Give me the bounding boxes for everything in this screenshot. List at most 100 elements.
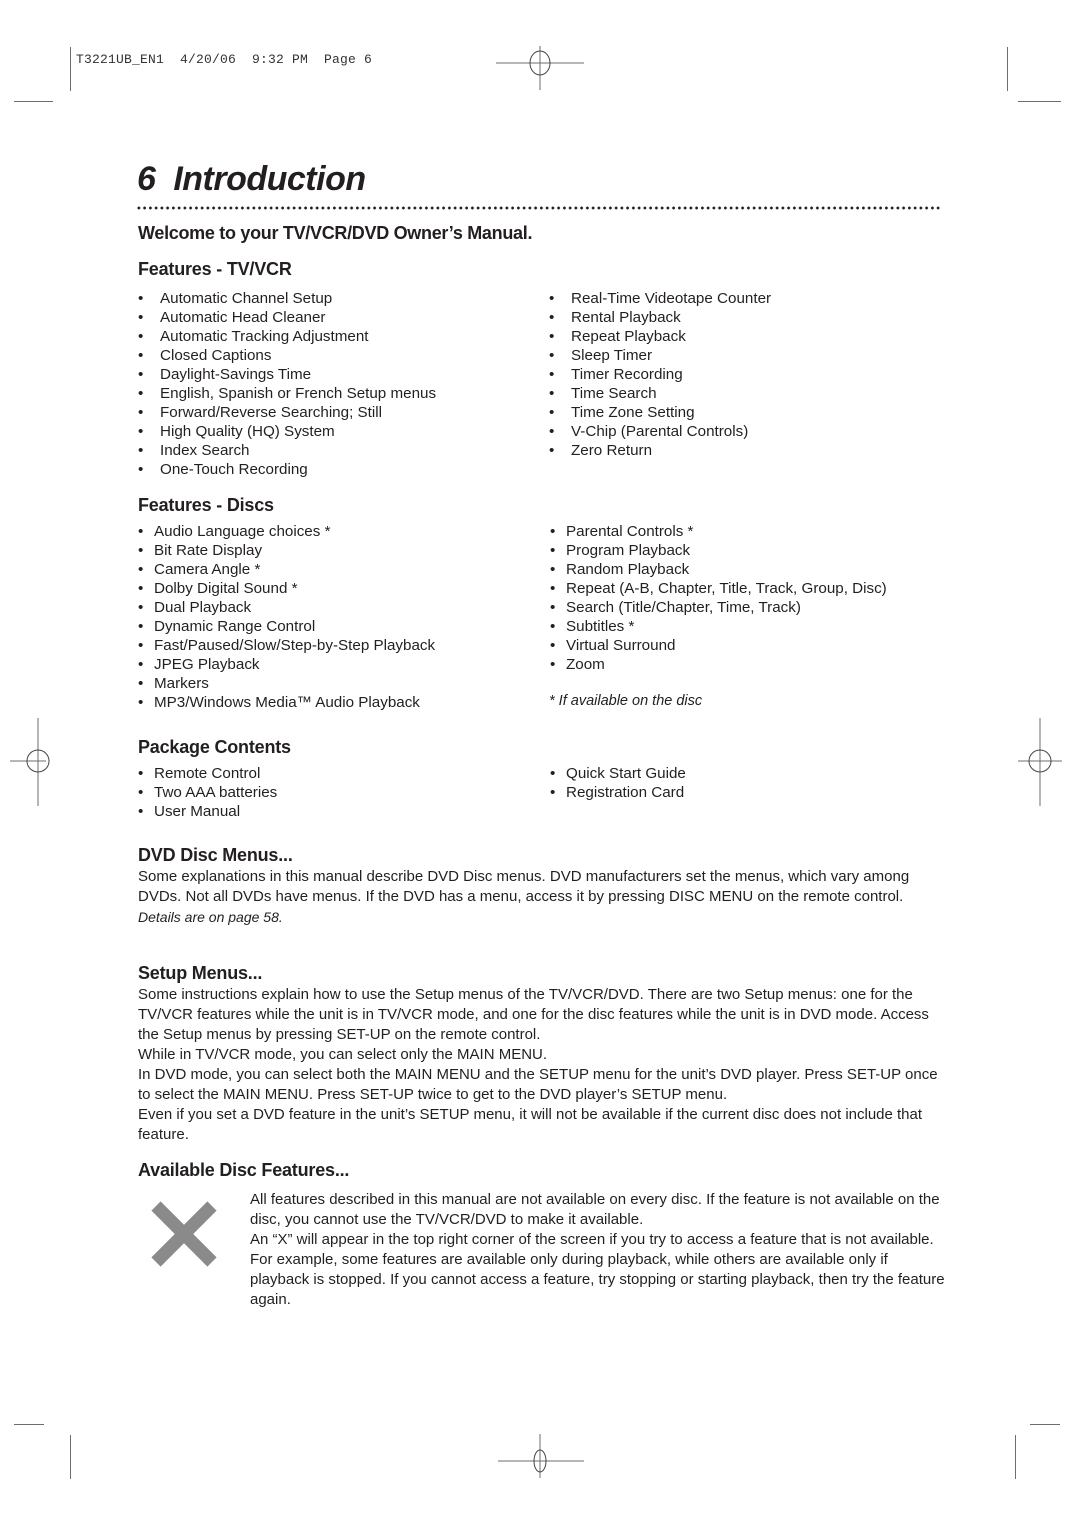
- list-item-text: Program Playback: [566, 542, 691, 559]
- dvd-disc-menus-details: Details are on page 58.: [138, 909, 283, 925]
- bullet-icon: •: [549, 404, 555, 421]
- page-title: 6 Introduction: [137, 160, 366, 199]
- list-item: • Real-Time Videotape Counter: [549, 289, 771, 308]
- bullet-icon: •: [138, 347, 144, 364]
- bullet-icon: •: [138, 675, 144, 692]
- list-item: • Remote Control: [138, 764, 277, 783]
- list-item-text: Automatic Channel Setup: [160, 290, 333, 307]
- list-item: • Automatic Tracking Adjustment: [138, 327, 436, 346]
- crop-mark: [1007, 47, 1008, 91]
- crop-mark: [70, 47, 71, 91]
- package-contents-right-list: • Quick Start Guide • Registration Card: [550, 764, 686, 802]
- list-item: • Sleep Timer: [549, 346, 771, 365]
- bullet-icon: •: [138, 461, 144, 478]
- bullet-icon: •: [550, 580, 556, 597]
- bullet-icon: •: [138, 542, 144, 559]
- paragraph: All features described in this manual ar…: [250, 1191, 940, 1228]
- bullet-icon: •: [549, 328, 555, 345]
- list-item: • V-Chip (Parental Controls): [549, 422, 771, 441]
- bullet-icon: •: [549, 347, 555, 364]
- list-item-text: Dynamic Range Control: [154, 618, 316, 635]
- bullet-icon: •: [549, 366, 555, 383]
- list-item-text: Repeat Playback: [571, 328, 686, 345]
- list-item: • Daylight-Savings Time: [138, 365, 436, 384]
- list-item: • User Manual: [138, 802, 277, 821]
- list-item: • Time Search: [549, 384, 771, 403]
- list-item: • Random Playback: [550, 560, 887, 579]
- features-discs-right-list: • Parental Controls * • Program Playback • Ra…: [550, 522, 887, 674]
- list-item: • Rental Playback: [549, 308, 771, 327]
- bullet-icon: •: [138, 618, 144, 635]
- list-item: • Program Playback: [550, 541, 887, 560]
- list-item-text: Sleep Timer: [571, 347, 653, 364]
- x-icon: [151, 1201, 217, 1267]
- list-item-text: Bit Rate Display: [154, 542, 263, 559]
- bullet-icon: •: [138, 309, 144, 326]
- list-item: • Zoom: [550, 655, 887, 674]
- list-item: • Repeat (A-B, Chapter, Title, Track, Gro…: [550, 579, 887, 598]
- features-tvvcr-left-list: • Automatic Channel Setup • Automatic Head …: [138, 289, 436, 479]
- list-item: • MP3/Windows Media™ Audio Playback: [138, 693, 435, 712]
- list-item: • Dynamic Range Control: [138, 617, 435, 636]
- list-item: • Quick Start Guide: [550, 764, 686, 783]
- list-item-text: Quick Start Guide: [566, 765, 686, 782]
- list-item-text: Timer Recording: [571, 366, 683, 383]
- bullet-icon: •: [138, 694, 144, 711]
- list-item-text: Rental Playback: [571, 309, 681, 326]
- list-item-text: One-Touch Recording: [160, 461, 308, 478]
- list-item: • Search (Title/Chapter, Time, Track): [550, 598, 887, 617]
- bullet-icon: •: [550, 784, 556, 801]
- list-item-text: Daylight-Savings Time: [160, 366, 312, 383]
- registration-mark-left-icon: [10, 718, 50, 806]
- available-disc-features-body: All features described in this manual ar…: [250, 1190, 950, 1310]
- list-item-text: MP3/Windows Media™ Audio Playback: [154, 694, 420, 711]
- dvd-disc-menus-heading: DVD Disc Menus...: [138, 845, 293, 865]
- available-disc-features-heading: Available Disc Features...: [138, 1160, 350, 1180]
- bullet-icon: •: [550, 542, 556, 559]
- bullet-icon: •: [138, 561, 144, 578]
- list-item: • Audio Language choices *: [138, 522, 435, 541]
- dvd-disc-menus-text: Some explanations in this manual describ…: [138, 868, 910, 905]
- print-slug: T3221UB_EN1 4/20/06 9:32 PM Page 6: [76, 52, 373, 67]
- list-item-text: Real-Time Videotape Counter: [571, 290, 772, 307]
- list-item: • JPEG Playback: [138, 655, 435, 674]
- list-item: • Closed Captions: [138, 346, 436, 365]
- bullet-icon: •: [138, 580, 144, 597]
- list-item-text: Random Playback: [566, 561, 690, 578]
- list-item: • English, Spanish or French Setup menus: [138, 384, 436, 403]
- bullet-icon: •: [549, 442, 555, 459]
- registration-mark-right-icon: [1018, 718, 1062, 806]
- list-item: • Dolby Digital Sound *: [138, 579, 435, 598]
- bullet-icon: •: [138, 656, 144, 673]
- list-item: • One-Touch Recording: [138, 460, 436, 479]
- bullet-icon: •: [550, 599, 556, 616]
- page-number: 6: [137, 160, 156, 198]
- list-item-text: Fast/Paused/Slow/Step-by-Step Playback: [154, 637, 436, 654]
- list-item-text: Virtual Surround: [566, 637, 676, 654]
- list-item-text: Audio Language choices *: [154, 523, 331, 540]
- list-item-text: Repeat (A-B, Chapter, Title, Track, Grou…: [566, 580, 887, 597]
- bullet-icon: •: [138, 328, 144, 345]
- bullet-icon: •: [549, 423, 555, 440]
- list-item: • Index Search: [138, 441, 436, 460]
- list-item-text: Dolby Digital Sound *: [154, 580, 298, 597]
- bullet-icon: •: [550, 656, 556, 673]
- list-item-text: V-Chip (Parental Controls): [571, 423, 749, 440]
- crop-mark: [1030, 1424, 1060, 1425]
- bullet-icon: •: [138, 784, 144, 801]
- paragraph: For example, some features are available…: [250, 1251, 945, 1308]
- bullet-icon: •: [138, 442, 144, 459]
- features-tvvcr-right-list: • Real-Time Videotape Counter • Rental Play…: [549, 289, 771, 460]
- setup-menus-body: Some instructions explain how to use the…: [138, 985, 938, 1145]
- list-item-text: Search (Title/Chapter, Time, Track): [566, 599, 801, 616]
- list-item: • Bit Rate Display: [138, 541, 435, 560]
- setup-menus-heading: Setup Menus...: [138, 963, 263, 983]
- bullet-icon: •: [138, 599, 144, 616]
- list-item-text: English, Spanish or French Setup menus: [160, 385, 437, 402]
- list-item-text: Markers: [154, 675, 209, 692]
- list-item-text: High Quality (HQ) System: [160, 423, 335, 440]
- list-item: • Parental Controls *: [550, 522, 887, 541]
- bullet-icon: •: [138, 423, 144, 440]
- dotted-divider: [136, 206, 942, 210]
- dvd-disc-menus-body: Some explanations in this manual describ…: [138, 867, 938, 927]
